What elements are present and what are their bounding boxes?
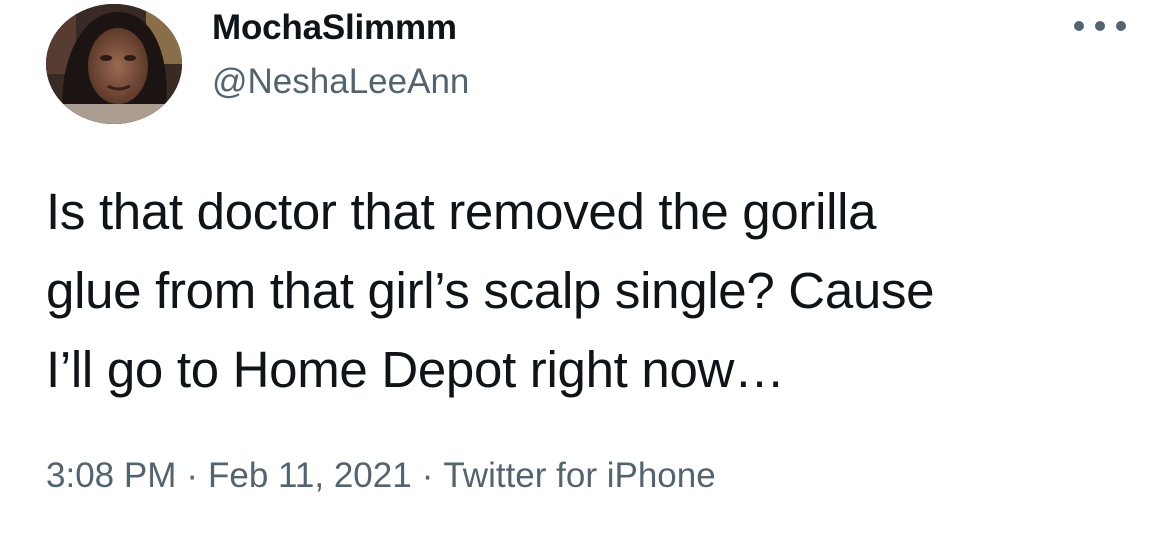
tweet-date[interactable]: Feb 11, 2021 xyxy=(208,456,412,495)
separator: · xyxy=(421,456,434,495)
tweet-text-line: glue from that girl’s scalp single? Caus… xyxy=(46,262,935,319)
avatar[interactable] xyxy=(46,4,182,124)
tweet-text: Is that doctor that removed the gorilla … xyxy=(46,172,1146,409)
tweet-text-line: I’ll go to Home Depot right now… xyxy=(46,341,785,398)
ellipsis-icon xyxy=(1116,21,1126,31)
tweet-card: MochaSlimmm @NeshaLeeAnn Is that doctor … xyxy=(0,0,1170,534)
ellipsis-icon xyxy=(1074,21,1084,31)
more-options-button[interactable] xyxy=(1074,14,1126,38)
author-handle[interactable]: @NeshaLeeAnn xyxy=(212,62,469,102)
ellipsis-icon xyxy=(1095,21,1105,31)
tweet-text-line: Is that doctor that removed the gorilla xyxy=(46,183,877,240)
separator: · xyxy=(186,456,199,495)
profile-photo-icon xyxy=(46,4,182,124)
tweet-time[interactable]: 3:08 PM xyxy=(46,456,176,495)
tweet-source[interactable]: Twitter for iPhone xyxy=(443,456,715,495)
author-display-name[interactable]: MochaSlimmm xyxy=(212,8,457,48)
tweet-metadata: 3:08 PM · Feb 11, 2021 · Twitter for iPhone xyxy=(46,456,716,496)
